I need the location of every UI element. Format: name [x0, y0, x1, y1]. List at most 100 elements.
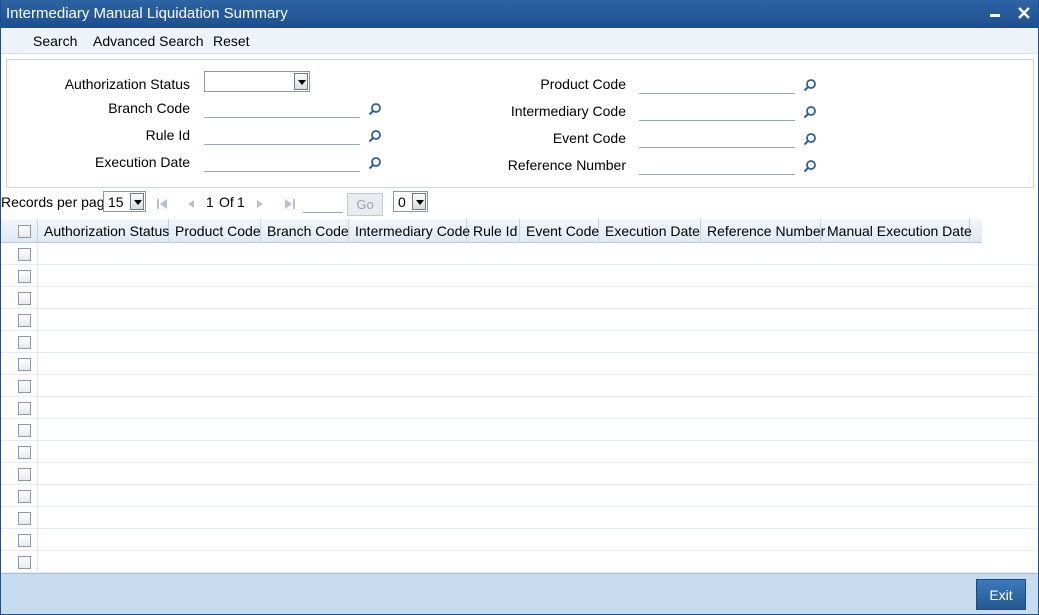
advanced-search-button[interactable]: Advanced Search	[93, 33, 204, 49]
row-checkbox[interactable]	[18, 270, 31, 283]
row-checkbox[interactable]	[18, 424, 31, 437]
pagination-bar: Records per page 15 1 Of 1 Go 0	[0, 190, 1039, 218]
go-button[interactable]: Go	[347, 193, 383, 216]
column-header-manual-execution-date[interactable]: Manual Execution Date	[821, 219, 972, 243]
reference-number-label: Reference Number	[507, 157, 626, 173]
toolbar: Search Advanced Search Reset	[0, 28, 1039, 54]
intermediary-code-label: Intermediary Code	[510, 103, 626, 119]
row-checkbox[interactable]	[18, 292, 31, 305]
records-per-page-select[interactable]: 15	[103, 191, 146, 212]
table-row[interactable]	[0, 529, 1039, 551]
table-row[interactable]	[0, 485, 1039, 507]
row-checkbox[interactable]	[18, 534, 31, 547]
reset-button[interactable]: Reset	[213, 33, 250, 49]
column-header-branch-code[interactable]: Branch Code	[261, 219, 349, 243]
rule-id-label: Rule Id	[145, 127, 190, 143]
row-select-cell	[0, 265, 38, 287]
rule-id-search-icon[interactable]	[368, 129, 382, 143]
row-checkbox[interactable]	[18, 336, 31, 349]
select-all-column	[0, 219, 38, 243]
page-number-input[interactable]	[303, 194, 343, 213]
search-criteria-panel: Authorization Status Branch Code Rule Id…	[6, 59, 1034, 188]
reference-number-input[interactable]	[639, 153, 795, 175]
branch-code-input[interactable]	[204, 96, 360, 118]
row-select-cell	[0, 529, 38, 551]
column-header-product-code[interactable]: Product Code	[169, 219, 261, 243]
row-checkbox[interactable]	[18, 402, 31, 415]
execution-date-search-icon[interactable]	[368, 156, 382, 170]
event-code-label: Event Code	[552, 130, 626, 146]
execution-date-input[interactable]	[204, 150, 360, 172]
table-row[interactable]	[0, 441, 1039, 463]
authorization-status-select[interactable]	[204, 71, 310, 92]
row-select-cell	[0, 485, 38, 507]
table-row[interactable]	[0, 551, 1039, 573]
chevron-down-icon[interactable]	[294, 73, 308, 90]
column-header-reference-number[interactable]: Reference Number	[701, 219, 825, 243]
records-per-page-value: 15	[108, 194, 124, 210]
table-row[interactable]	[0, 419, 1039, 441]
row-checkbox[interactable]	[18, 446, 31, 459]
page-of-label: Of	[219, 194, 234, 210]
column-header-intermediary-code[interactable]: Intermediary Code	[349, 219, 470, 243]
row-select-cell	[0, 353, 38, 375]
row-checkbox[interactable]	[18, 490, 31, 503]
event-code-search-icon[interactable]	[803, 132, 817, 146]
page-jump-select[interactable]: 0	[393, 191, 428, 212]
row-select-cell	[0, 243, 38, 265]
title-bar: Intermediary Manual Liquidation Summary	[0, 0, 1039, 28]
minimize-icon[interactable]	[986, 4, 1004, 22]
next-page-icon[interactable]	[256, 198, 266, 213]
table-row[interactable]	[0, 463, 1039, 485]
table-row[interactable]	[0, 507, 1039, 529]
event-code-input[interactable]	[639, 126, 795, 148]
results-grid-header: Authorization Status Product Code Branch…	[0, 219, 982, 243]
row-select-cell	[0, 309, 38, 331]
exit-button[interactable]: Exit	[976, 579, 1026, 610]
rule-id-input[interactable]	[204, 123, 360, 145]
column-header-authorization-status[interactable]: Authorization Status	[38, 219, 169, 243]
reference-number-search-icon[interactable]	[803, 159, 817, 173]
intermediary-code-search-icon[interactable]	[803, 105, 817, 119]
row-checkbox[interactable]	[18, 512, 31, 525]
product-code-search-icon[interactable]	[803, 78, 817, 92]
table-row[interactable]	[0, 331, 1039, 353]
previous-page-icon[interactable]	[185, 198, 195, 213]
table-row[interactable]	[0, 309, 1039, 331]
page-total: 1	[237, 194, 245, 210]
row-checkbox[interactable]	[18, 314, 31, 327]
product-code-input[interactable]	[639, 72, 795, 94]
table-row[interactable]	[0, 287, 1039, 309]
branch-code-search-icon[interactable]	[368, 102, 382, 116]
row-select-cell	[0, 331, 38, 353]
last-page-icon[interactable]	[284, 198, 296, 213]
row-checkbox[interactable]	[18, 358, 31, 371]
execution-date-label: Execution Date	[95, 154, 190, 170]
row-checkbox[interactable]	[18, 468, 31, 481]
column-header-event-code[interactable]: Event Code	[520, 219, 599, 243]
chevron-down-icon[interactable]	[412, 193, 426, 210]
product-code-label: Product Code	[540, 76, 626, 92]
table-row[interactable]	[0, 265, 1039, 287]
row-select-cell	[0, 397, 38, 419]
row-select-cell	[0, 441, 38, 463]
row-checkbox[interactable]	[18, 556, 31, 569]
results-grid-body	[0, 243, 1039, 573]
table-row[interactable]	[0, 397, 1039, 419]
first-page-icon[interactable]	[156, 198, 168, 213]
row-select-cell	[0, 551, 38, 573]
table-row[interactable]	[0, 243, 1039, 265]
close-icon[interactable]	[1015, 4, 1033, 22]
select-all-checkbox[interactable]	[18, 225, 31, 238]
table-row[interactable]	[0, 375, 1039, 397]
table-row[interactable]	[0, 353, 1039, 375]
branch-code-label: Branch Code	[108, 100, 190, 116]
row-checkbox[interactable]	[18, 380, 31, 393]
column-header-execution-date[interactable]: Execution Date	[599, 219, 701, 243]
row-checkbox[interactable]	[18, 248, 31, 261]
row-select-cell	[0, 463, 38, 485]
chevron-down-icon[interactable]	[130, 193, 144, 210]
column-header-rule-id[interactable]: Rule Id	[467, 219, 520, 243]
intermediary-code-input[interactable]	[639, 99, 795, 121]
search-button[interactable]: Search	[33, 33, 77, 49]
